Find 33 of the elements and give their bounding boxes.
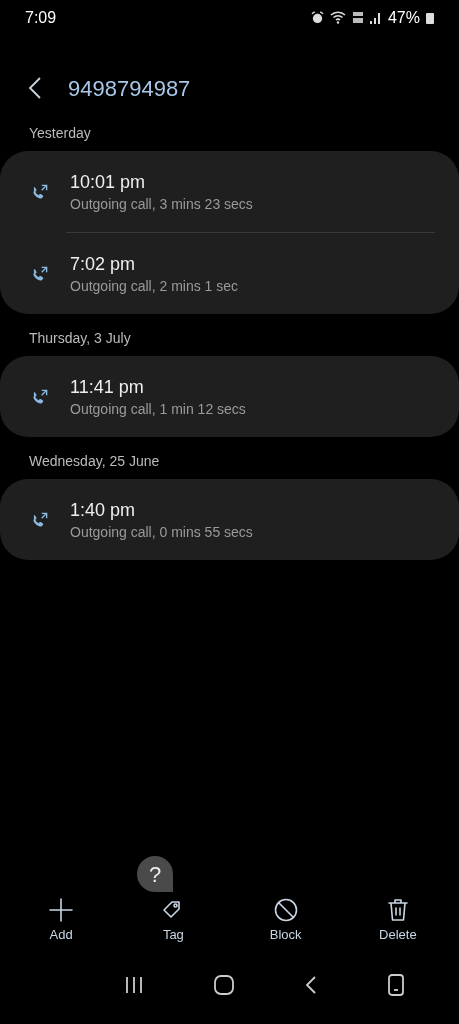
call-detail: Outgoing call, 1 min 12 secs <box>70 399 246 419</box>
help-bubble[interactable]: ? <box>137 856 173 892</box>
call-detail: Outgoing call, 0 mins 55 secs <box>70 522 253 542</box>
phone-number-title: 9498794987 <box>68 74 191 103</box>
call-detail: Outgoing call, 3 mins 23 secs <box>70 194 253 214</box>
action-button[interactable]: Block <box>229 896 342 946</box>
wifi-icon <box>329 11 346 24</box>
date-heading: Wednesday, 25 June <box>28 452 161 471</box>
block-icon <box>272 897 299 924</box>
call-time: 7:02 pm <box>70 252 137 276</box>
call-entry[interactable]: 1:40 pm Outgoing call, 0 mins 55 secs <box>0 479 459 560</box>
plus-icon <box>48 897 75 924</box>
action-button[interactable]: Add <box>5 896 118 946</box>
call-detail: Outgoing call, 2 mins 1 sec <box>70 276 239 296</box>
action-button[interactable]: Tag <box>117 896 230 946</box>
phone-outline-icon[interactable] <box>387 974 404 996</box>
alarm-icon <box>310 11 324 24</box>
home-icon[interactable] <box>214 975 235 995</box>
status-time: 7:09 <box>25 7 57 28</box>
call-time: 10:01 pm <box>70 170 147 194</box>
call-time: 11:41 pm <box>70 375 145 399</box>
call-time: 1:40 pm <box>70 498 137 522</box>
battery-icon <box>426 11 434 24</box>
call-entry[interactable]: 7:02 pm Outgoing call, 2 mins 1 sec <box>0 233 459 314</box>
date-heading: Yesterday <box>28 124 92 143</box>
call-entry[interactable]: 10:01 pm Outgoing call, 3 mins 23 secs <box>0 151 459 232</box>
call-entry[interactable]: 11:41 pm Outgoing call, 1 min 12 secs <box>0 356 459 437</box>
recent-apps-icon[interactable] <box>125 975 144 995</box>
date-heading: Thursday, 3 July <box>28 329 132 348</box>
battery-level: 47% <box>387 7 420 28</box>
action-button[interactable]: Delete <box>341 896 454 946</box>
back-icon[interactable] <box>304 975 317 995</box>
signal-icon <box>369 11 382 24</box>
